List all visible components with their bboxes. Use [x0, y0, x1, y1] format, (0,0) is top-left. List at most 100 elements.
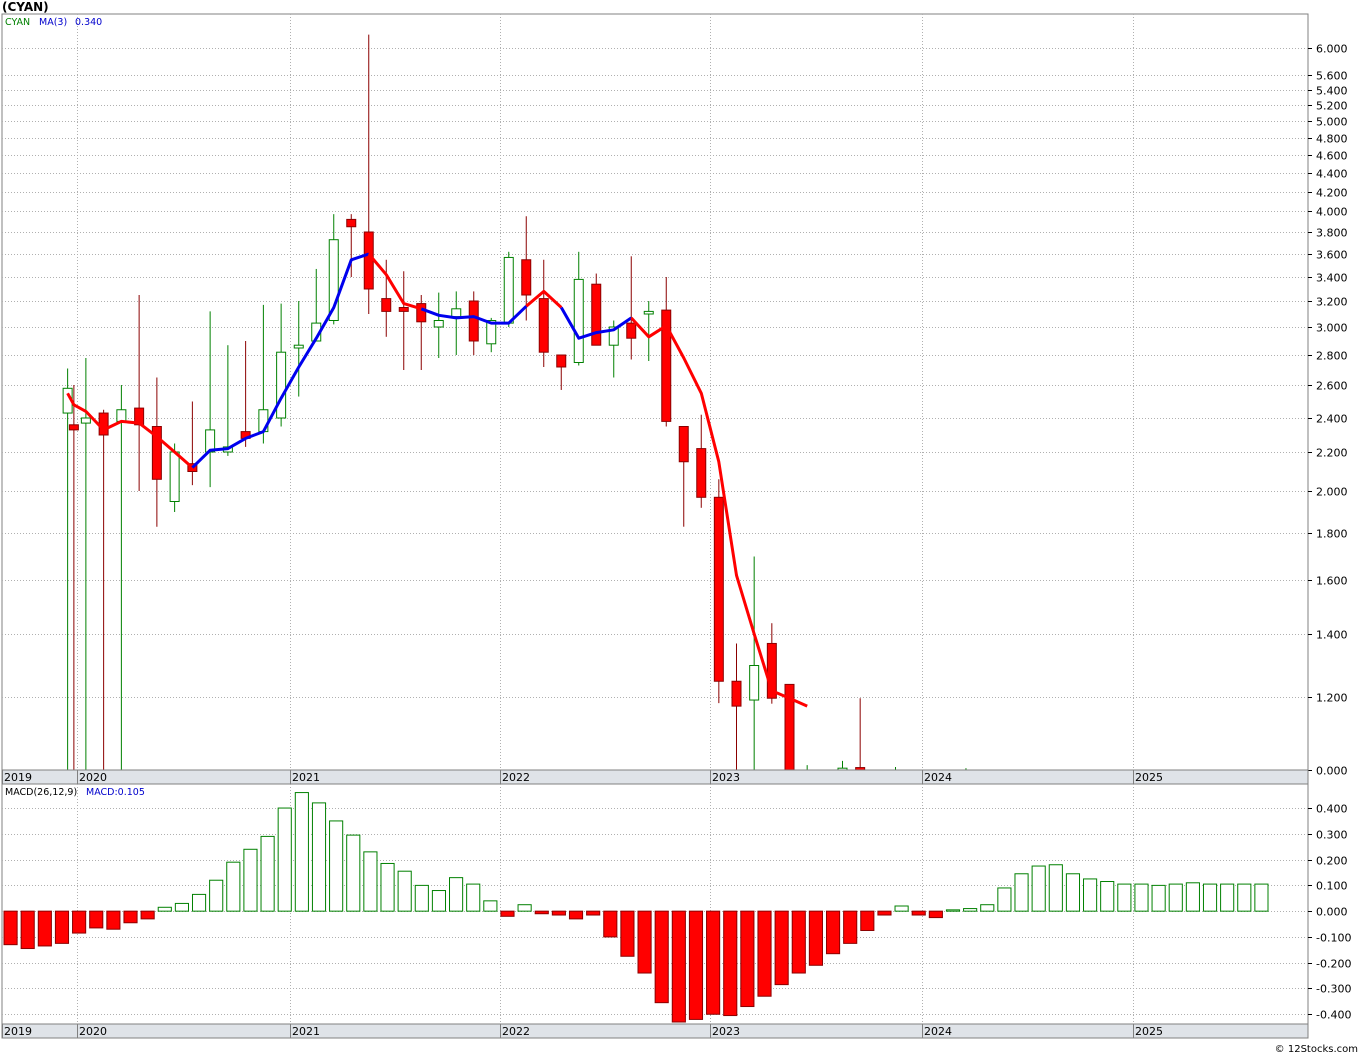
- macd-bar: [157, 906, 172, 912]
- candle-body: [276, 351, 287, 419]
- price-panel: [1, 13, 1309, 771]
- macd-tick-label: -0.400: [1316, 1009, 1351, 1022]
- macd-bar: [483, 900, 498, 912]
- macd-bar: [688, 910, 704, 1020]
- candle-body: [98, 412, 109, 436]
- macd-tick-label: 0.300: [1316, 829, 1348, 842]
- macd-bar: [808, 910, 823, 966]
- macd-bar: [825, 910, 841, 955]
- macd-x-axis-strip: [1, 1023, 1309, 1039]
- candle-body: [451, 308, 462, 318]
- price-tick-label: 3.600: [1316, 249, 1348, 262]
- price-tick-label: 3.800: [1316, 227, 1348, 240]
- macd-bar: [363, 851, 378, 912]
- macd-bar: [431, 890, 447, 912]
- macd-x-tick-label: 2024: [924, 1025, 952, 1038]
- candle-body: [713, 496, 724, 682]
- candle-body: [731, 680, 742, 707]
- price-tick-label: 4.000: [1316, 206, 1348, 219]
- macd-bar: [928, 910, 943, 919]
- chart-title: (CYAN): [2, 0, 49, 14]
- macd-x-tick-label: 2022: [502, 1025, 530, 1038]
- macd-bar: [568, 910, 584, 920]
- price-tick-label: 2.000: [1316, 486, 1348, 499]
- price-legend-ticker: CYAN: [5, 17, 30, 28]
- price-tick-label: 2.200: [1316, 447, 1348, 460]
- price-x-tick-label: 2019: [4, 771, 32, 784]
- macd-bar: [449, 877, 464, 912]
- candle-body: [398, 307, 409, 312]
- macd-x-tick-label: 2019: [4, 1025, 32, 1038]
- candle-body: [696, 448, 707, 498]
- candle-body: [626, 322, 637, 339]
- candle-body: [749, 665, 760, 701]
- macd-bar: [671, 910, 686, 1023]
- price-tick-label: 2.600: [1316, 380, 1348, 393]
- macd-bar: [500, 910, 515, 917]
- macd-bar: [706, 910, 721, 1015]
- macd-bar: [963, 908, 978, 912]
- candle-body: [643, 310, 654, 315]
- price-tick-label: 2.800: [1316, 350, 1348, 363]
- candle-body: [169, 451, 180, 502]
- candle-body: [68, 424, 79, 431]
- macd-bar: [791, 910, 806, 974]
- price-tick-label: 4.200: [1316, 187, 1348, 200]
- macd-bar: [54, 910, 70, 944]
- macd-bar: [723, 910, 738, 1017]
- macd-bar: [603, 910, 618, 938]
- macd-bar: [226, 861, 241, 912]
- macd-bar: [1254, 883, 1269, 912]
- candle-body: [346, 218, 357, 228]
- macd-bar: [757, 910, 772, 997]
- price-tick-label: 1.400: [1316, 629, 1348, 642]
- macd-bar: [311, 802, 327, 912]
- price-tick-label: 5.600: [1316, 70, 1348, 83]
- price-x-tick-label: 2020: [79, 771, 107, 784]
- price-tick-label: 5.400: [1316, 85, 1348, 98]
- candle-body: [116, 409, 127, 422]
- macd-bar: [551, 910, 566, 916]
- macd-bar: [380, 862, 395, 912]
- candle-body: [293, 344, 304, 349]
- macd-legend-name: MACD(26,12,9): [5, 787, 77, 798]
- macd-bar: [620, 910, 635, 957]
- macd-bar: [72, 910, 87, 934]
- candle-body: [521, 259, 532, 296]
- price-tick-label: 4.400: [1316, 168, 1348, 181]
- price-tick-label: 4.800: [1316, 133, 1348, 146]
- macd-bar: [346, 834, 361, 912]
- macd-bar: [1168, 883, 1183, 912]
- macd-bar: [1202, 883, 1218, 912]
- macd-bar: [89, 910, 104, 929]
- macd-bar: [1151, 884, 1166, 912]
- candle-body: [556, 354, 567, 368]
- price-legend-ma: MA(3): [39, 17, 67, 28]
- price-tick-label: 1.800: [1316, 528, 1348, 541]
- macd-bar: [654, 910, 669, 1004]
- candle-body: [433, 320, 444, 328]
- price-tick-label: 3.200: [1316, 296, 1348, 309]
- macd-bar: [534, 910, 549, 915]
- macd-bar: [37, 910, 52, 947]
- macd-bar: [911, 910, 926, 916]
- macd-tick-label: 0.000: [1316, 906, 1348, 919]
- price-tick-label: 0.000: [1316, 765, 1348, 778]
- price-x-axis-strip: [1, 769, 1309, 785]
- candle-body: [381, 298, 392, 312]
- candle-body: [503, 256, 514, 324]
- price-x-tick-label: 2021: [292, 771, 320, 784]
- macd-bar: [997, 887, 1012, 912]
- price-legend-ma-value: 0.340: [75, 17, 102, 28]
- macd-bar: [209, 879, 224, 912]
- candle-body: [538, 298, 549, 353]
- macd-x-tick-label: 2021: [292, 1025, 320, 1038]
- price-x-tick-label: 2023: [712, 771, 740, 784]
- candle: [503, 251, 514, 327]
- macd-bar: [3, 910, 18, 946]
- candle-body: [468, 300, 479, 342]
- price-tick-label: 5.200: [1316, 100, 1348, 113]
- macd-bar: [1185, 882, 1200, 912]
- macd-bar: [586, 910, 601, 916]
- price-tick-label: 2.400: [1316, 413, 1348, 426]
